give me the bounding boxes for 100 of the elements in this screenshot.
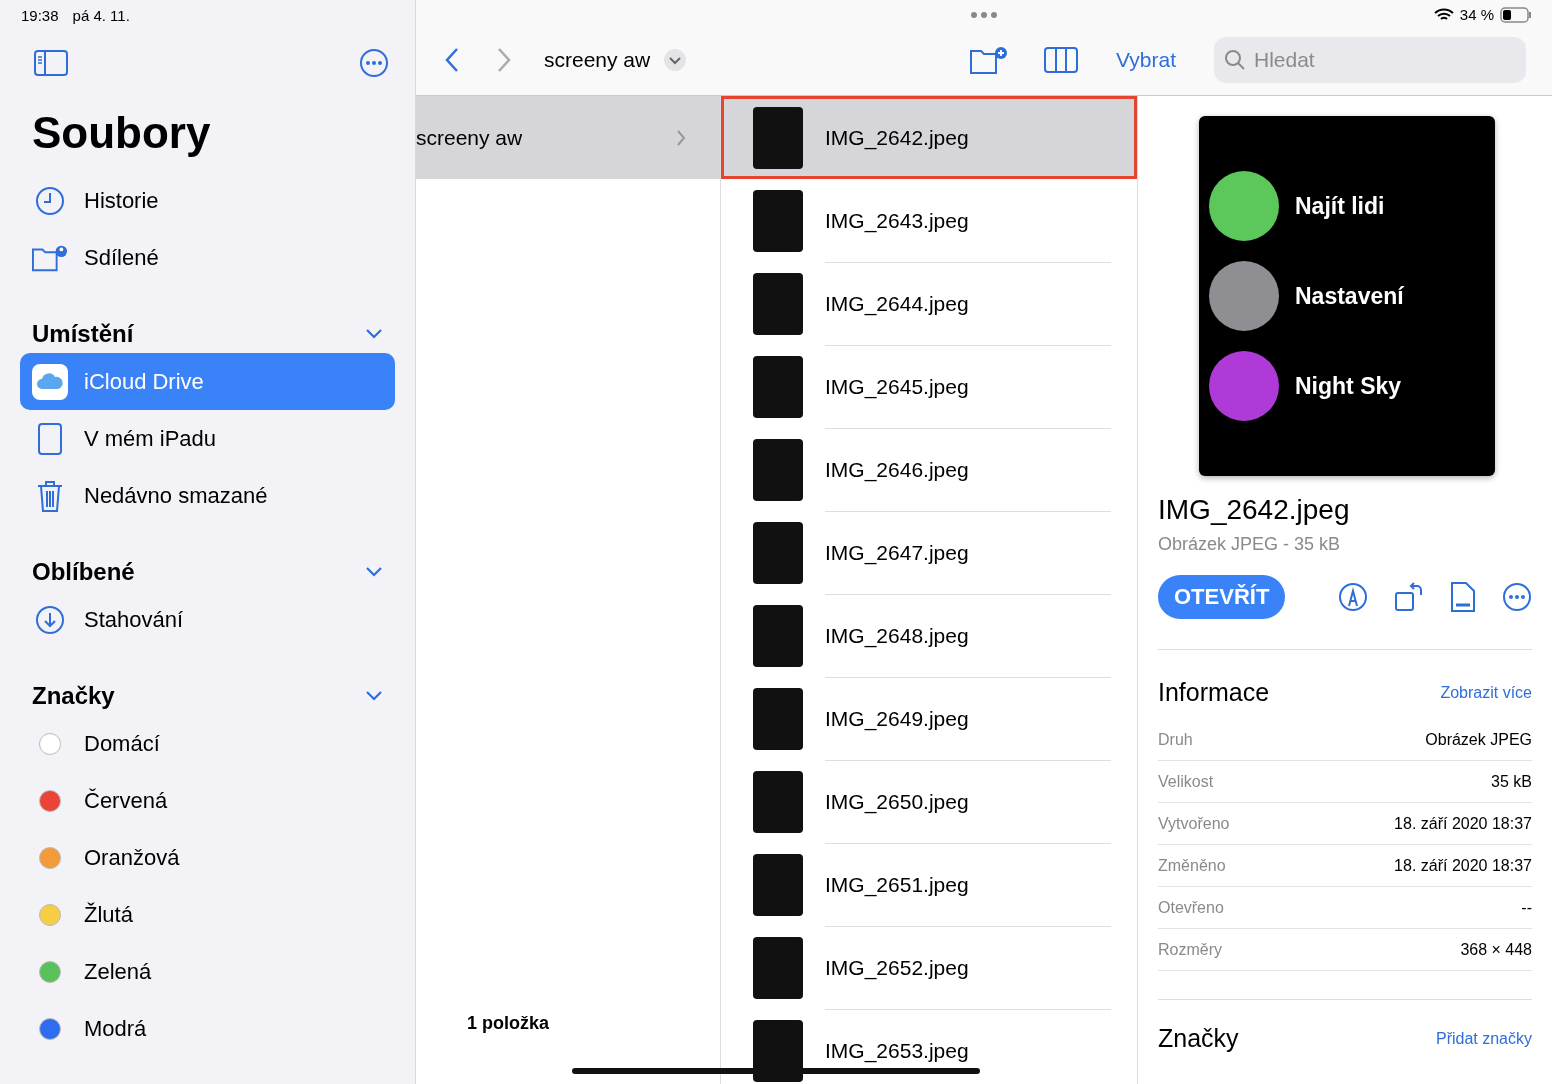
sidebar-item[interactable]: Domácí <box>20 715 395 772</box>
sidebar-title: Soubory <box>32 108 212 158</box>
sidebar-item[interactable]: Historie <box>20 172 395 229</box>
open-button[interactable]: OTEVŘÍT <box>1158 575 1286 619</box>
chevron-icon[interactable] <box>365 565 383 578</box>
file-row[interactable]: IMG_2642.jpeg <box>721 96 1137 179</box>
rotate-icon[interactable] <box>1394 582 1424 612</box>
sidebar-item[interactable]: V mém iPadu <box>20 410 395 467</box>
info-heading: Informace <box>1158 678 1270 707</box>
info-value: 368 × 448 <box>1460 940 1532 959</box>
thumbnail-placeholder <box>753 272 803 335</box>
battery-icon <box>1500 6 1532 23</box>
file-subtitle: Obrázek JPEG - 35 kB <box>1158 534 1342 555</box>
file-name: IMG_2646.jpeg <box>825 427 1111 512</box>
thumbnail-placeholder <box>753 521 803 584</box>
app-name: Night Sky <box>1295 372 1402 400</box>
wifi-icon <box>1433 7 1454 22</box>
pdf-icon[interactable] <box>1450 581 1476 613</box>
info-value: 35 kB <box>1491 772 1532 791</box>
sidebar-item[interactable]: Oranžová <box>20 829 395 886</box>
info-label: Rozměry <box>1158 940 1222 959</box>
select-button[interactable]: Vybrat <box>1110 47 1182 73</box>
file-name: IMG_2647.jpeg <box>825 510 1111 595</box>
section-heading: Oblíbené <box>32 557 135 586</box>
add-tags-link[interactable]: Přidat značky <box>1435 1029 1532 1048</box>
app-name: Najít lidi <box>1295 192 1385 220</box>
sidebar-toggle-icon[interactable] <box>34 50 68 76</box>
info-label: Velikost <box>1158 772 1214 791</box>
markup-icon[interactable] <box>1338 582 1368 612</box>
file-row[interactable]: IMG_2652.jpeg <box>721 926 1137 1009</box>
thumbnail-placeholder <box>753 853 803 916</box>
folder-title: screeny aw <box>544 48 651 72</box>
chevron-down-icon[interactable] <box>664 49 687 71</box>
info-label: Druh <box>1158 730 1193 749</box>
status-date: pá 4. 11. <box>72 7 130 24</box>
file-name: IMG_2645.jpeg <box>825 344 1111 429</box>
file-row[interactable]: IMG_2643.jpeg <box>721 179 1137 262</box>
info-label: Otevřeno <box>1158 898 1224 917</box>
info-value: Obrázek JPEG <box>1425 730 1532 749</box>
sidebar-item[interactable]: iCloud Drive <box>20 353 395 410</box>
info-label: Změněno <box>1158 856 1226 875</box>
sidebar-item[interactable]: Zelená <box>20 943 395 1000</box>
file-name: IMG_2650.jpeg <box>825 759 1111 844</box>
back-icon[interactable] <box>444 47 460 73</box>
thumbnail-placeholder <box>753 1019 803 1082</box>
tags-heading: Značky <box>1158 1024 1239 1053</box>
info-label: Vytvořeno <box>1158 814 1230 833</box>
file-row[interactable]: IMG_2650.jpeg <box>721 760 1137 843</box>
section-heading: Značky <box>32 681 115 710</box>
thumbnail-placeholder <box>753 355 803 418</box>
search-field[interactable]: Hledat <box>1214 37 1526 83</box>
sidebar-item[interactable]: Modrá <box>20 1000 395 1057</box>
app-name: Nastavení <box>1295 282 1404 310</box>
file-name: IMG_2652.jpeg <box>825 925 1111 1010</box>
info-value: 18. září 2020 18:37 <box>1394 856 1532 875</box>
chevron-icon[interactable] <box>365 689 383 702</box>
folder-row[interactable]: screeny aw <box>416 96 720 179</box>
file-row[interactable]: IMG_2647.jpeg <box>721 511 1137 594</box>
thumbnail-placeholder <box>753 106 803 169</box>
file-row[interactable]: IMG_2651.jpeg <box>721 843 1137 926</box>
file-name: IMG_2648.jpeg <box>825 593 1111 678</box>
show-more-link[interactable]: Zobrazit více <box>1440 683 1532 702</box>
file-row[interactable]: IMG_2645.jpeg <box>721 345 1137 428</box>
thumbnail-placeholder <box>753 687 803 750</box>
info-value: 18. září 2020 18:37 <box>1394 814 1532 833</box>
file-name: IMG_2643.jpeg <box>825 178 1111 263</box>
sidebar-item[interactable]: Nedávno smazané <box>20 467 395 524</box>
thumbnail-placeholder <box>753 604 803 667</box>
file-title: IMG_2642.jpeg <box>1158 494 1351 526</box>
cloud-icon <box>32 363 68 400</box>
sidebar-item[interactable]: Sdílené <box>20 229 395 286</box>
shared-folder-icon <box>32 243 68 272</box>
new-folder-icon[interactable] <box>970 46 1009 74</box>
thumbnail-placeholder <box>753 189 803 252</box>
multitasking-dots-icon[interactable] <box>971 12 997 18</box>
file-name: IMG_2644.jpeg <box>825 261 1111 346</box>
more-icon[interactable] <box>359 48 389 78</box>
file-row[interactable]: IMG_2646.jpeg <box>721 428 1137 511</box>
more-icon[interactable] <box>1502 582 1532 612</box>
chevron-right-icon <box>676 128 686 147</box>
thumbnail-placeholder <box>753 438 803 501</box>
folder-name: screeny aw <box>416 125 523 150</box>
sidebar-item[interactable]: Stahování <box>20 591 395 648</box>
file-row[interactable]: IMG_2644.jpeg <box>721 262 1137 345</box>
file-name: IMG_2651.jpeg <box>825 842 1111 927</box>
columns-icon[interactable] <box>1044 47 1079 73</box>
thumbnail-placeholder <box>753 936 803 999</box>
sidebar-item[interactable]: Žlutá <box>20 886 395 943</box>
item-count: 1 položka <box>466 1013 551 1035</box>
file-name: IMG_2649.jpeg <box>825 676 1111 761</box>
battery-percent: 34 % <box>1459 6 1494 23</box>
status-time: 19:38 <box>21 7 59 24</box>
file-row[interactable]: IMG_2648.jpeg <box>721 594 1137 677</box>
sidebar-item[interactable]: Červená <box>20 772 395 829</box>
file-name: IMG_2642.jpeg <box>825 125 970 152</box>
thumbnail-placeholder <box>753 770 803 833</box>
info-value: -- <box>1521 898 1532 917</box>
chevron-icon[interactable] <box>365 327 383 340</box>
file-row[interactable]: IMG_2649.jpeg <box>721 677 1137 760</box>
section-heading: Umístění <box>32 319 134 348</box>
